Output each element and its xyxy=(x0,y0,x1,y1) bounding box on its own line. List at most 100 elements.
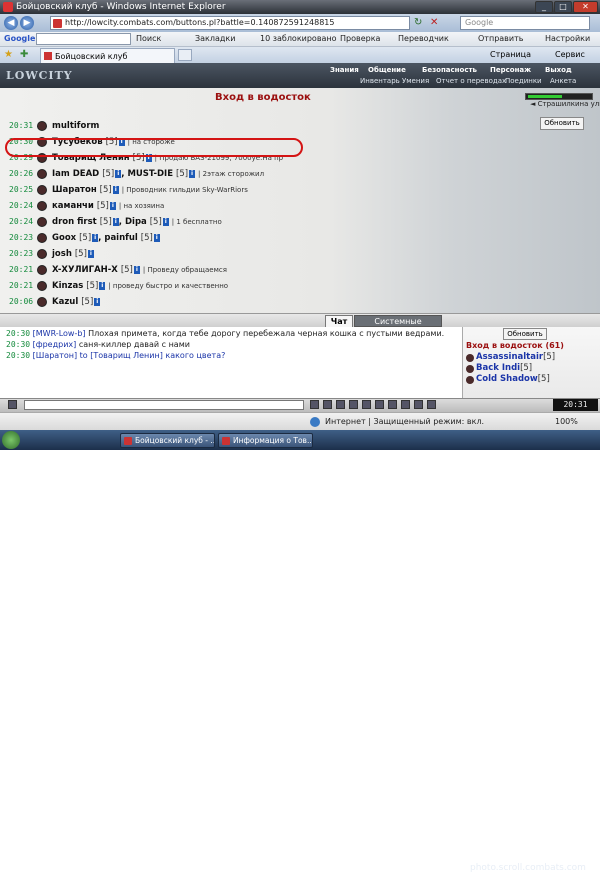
avatar-icon[interactable] xyxy=(37,169,47,179)
stop-icon[interactable]: ✕ xyxy=(430,17,442,29)
avatar-icon[interactable] xyxy=(37,265,47,275)
private-icon[interactable] xyxy=(414,400,423,409)
sound-icon[interactable] xyxy=(401,400,410,409)
submenu-inventory[interactable]: Инвентарь xyxy=(360,77,400,85)
player-entry[interactable]: josh [5] i xyxy=(52,246,94,262)
avatar-icon[interactable] xyxy=(37,281,47,291)
room-user[interactable]: Back Indi[5] xyxy=(466,363,532,373)
player-name: Kinzas xyxy=(52,281,84,291)
info-icon[interactable]: i xyxy=(87,249,94,258)
exit-chat-icon[interactable] xyxy=(427,400,436,409)
player-entry[interactable]: Goox [5] i, painful [5] i xyxy=(52,230,160,246)
info-icon[interactable]: i xyxy=(109,201,116,210)
google-search-input[interactable]: Google xyxy=(460,16,590,30)
popup-blocked-button[interactable]: 10 заблокировано xyxy=(260,32,337,46)
taskbar-item-info[interactable]: Информация о Тов... xyxy=(218,433,313,448)
refresh-room-button[interactable]: Обновить xyxy=(540,117,584,130)
room-user[interactable]: Cold Shadow[5] xyxy=(466,374,550,384)
spellcheck-button[interactable]: Проверка xyxy=(340,32,380,46)
tools-menu-button[interactable]: Сервис xyxy=(555,47,585,62)
info-icon[interactable]: i xyxy=(189,169,196,178)
smiles-icon[interactable] xyxy=(336,400,345,409)
avatar-icon[interactable] xyxy=(37,249,47,259)
send-arrow-icon[interactable] xyxy=(310,400,319,409)
tab-combats[interactable]: Бойцовский клуб xyxy=(40,48,175,63)
info-icon[interactable]: i xyxy=(112,217,119,226)
chat-nick[interactable]: [фредрих] xyxy=(33,340,77,349)
google-toolbar-input[interactable] xyxy=(36,33,131,45)
photo-watermark: photo.scroll.combats.com xyxy=(470,863,586,873)
forward-icon[interactable]: ▶ xyxy=(20,16,34,30)
menu-character[interactable]: Персонаж xyxy=(490,66,531,74)
refresh-users-button[interactable]: Обновить xyxy=(503,328,547,340)
back-icon[interactable]: ◀ xyxy=(4,16,18,30)
zoom-level[interactable]: 100% xyxy=(555,413,578,430)
avatar-icon[interactable] xyxy=(37,201,47,211)
player-entry[interactable]: Kinzas [5] i | проведу быстро и качествен… xyxy=(52,278,228,294)
add-favorite-icon[interactable]: ✚ xyxy=(20,49,32,61)
menu-security[interactable]: Безопасность xyxy=(422,66,477,74)
menu-exit[interactable]: Выход xyxy=(545,66,572,74)
taskbar-item-combats[interactable]: Бойцовский клуб - ... xyxy=(120,433,215,448)
player-name: Шаратон xyxy=(52,185,97,195)
start-button[interactable] xyxy=(2,431,20,449)
chat-nick[interactable]: [MWR-Low-b] xyxy=(33,329,86,338)
tab-system-messages[interactable]: Системные сообщения xyxy=(354,315,442,337)
player-entry[interactable]: dron first [5] i, Dipa [5] i | 1 бесплатно xyxy=(52,214,222,230)
avatar-icon[interactable] xyxy=(37,297,47,307)
url-text: http://lowcity.combats.com/buttons.pl?ba… xyxy=(65,18,335,27)
room-title: Вход в водосток xyxy=(215,92,311,103)
tab-chat[interactable]: Чат xyxy=(325,315,353,327)
settings-button[interactable]: Настройки xyxy=(545,32,590,46)
translate-button[interactable]: Переводчик xyxy=(398,32,449,46)
menu-knowledge[interactable]: Знания xyxy=(330,66,359,74)
chat-mode-icon[interactable] xyxy=(8,400,17,409)
translit-icon[interactable] xyxy=(375,400,384,409)
info-icon[interactable]: i xyxy=(92,233,99,242)
new-tab-button[interactable] xyxy=(178,49,192,61)
url-field[interactable]: http://lowcity.combats.com/buttons.pl?ba… xyxy=(50,16,410,30)
player-level: [5] xyxy=(74,249,87,259)
maximize-button[interactable]: □ xyxy=(554,1,572,13)
room-user[interactable]: Assassinaltair[5] xyxy=(466,352,555,362)
settings-icon[interactable] xyxy=(362,400,371,409)
scroll-icon[interactable] xyxy=(388,400,397,409)
submenu-skills[interactable]: Умения xyxy=(402,77,429,85)
page-menu-button[interactable]: Страница xyxy=(490,47,531,62)
bookmarks-button[interactable]: Закладки xyxy=(195,32,235,46)
clear-icon[interactable] xyxy=(323,400,332,409)
submenu-profile[interactable]: Анкета xyxy=(550,77,576,85)
favorites-star-icon[interactable]: ★ xyxy=(4,49,16,61)
info-icon[interactable]: i xyxy=(153,233,160,242)
player-entry[interactable]: Kazul [5] i xyxy=(52,294,101,310)
chat-input[interactable] xyxy=(24,400,304,410)
room-exit-link[interactable]: ◄ Страшилкина улица xyxy=(530,100,600,108)
player-entry[interactable]: каманчи [5] i | на хозяина xyxy=(52,198,164,214)
chat-nick[interactable]: [Шаратон] xyxy=(33,351,77,360)
info-icon[interactable]: i xyxy=(133,265,140,274)
avatar-icon[interactable] xyxy=(37,217,47,227)
info-icon[interactable]: i xyxy=(162,217,169,226)
refresh-icon[interactable]: ↻ xyxy=(414,17,426,29)
menu-communication[interactable]: Общение xyxy=(368,66,406,74)
player-entry[interactable]: X-ХУЛИГАН-X [5] i | Проведу обращаемся xyxy=(52,262,227,278)
avatar-icon[interactable] xyxy=(37,185,47,195)
info-icon[interactable]: i xyxy=(99,281,106,290)
submenu-transfers[interactable]: Отчет о переводах xyxy=(436,77,506,85)
google-search-button[interactable]: Поиск xyxy=(136,32,161,46)
avatar-icon[interactable] xyxy=(37,121,47,131)
info-icon[interactable]: i xyxy=(115,169,122,178)
player-entry[interactable]: multiform xyxy=(52,118,99,134)
minimize-button[interactable]: _ xyxy=(535,1,553,13)
avatar-icon[interactable] xyxy=(37,233,47,243)
player-entry[interactable]: Шаратон [5] i | Проводник гильдии Sky-War… xyxy=(52,182,248,198)
player-name: josh xyxy=(52,249,72,259)
player-entry[interactable]: Iam DEAD [5] i, MUST-DIE [5] i | 2этаж сто… xyxy=(52,166,264,182)
send-button[interactable]: Отправить xyxy=(478,32,523,46)
info-icon[interactable]: i xyxy=(94,297,101,306)
submenu-battles[interactable]: Поединки xyxy=(505,77,542,85)
filter-icon[interactable] xyxy=(349,400,358,409)
info-icon[interactable]: i xyxy=(112,185,119,194)
close-button[interactable]: ✕ xyxy=(573,1,598,13)
player-time: 20:23 xyxy=(9,249,34,258)
